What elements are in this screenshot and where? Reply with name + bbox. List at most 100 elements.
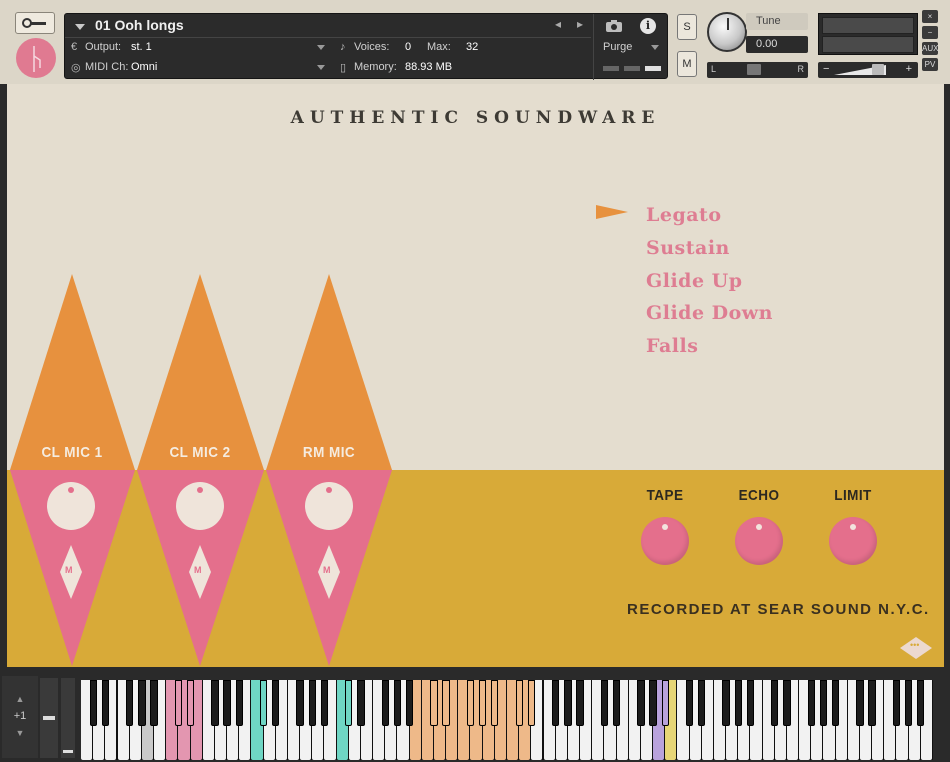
- black-key[interactable]: [430, 680, 438, 727]
- tune-value[interactable]: 0.00: [746, 36, 808, 53]
- camera-icon[interactable]: [605, 19, 623, 33]
- black-key[interactable]: [612, 680, 621, 727]
- black-key[interactable]: [150, 680, 158, 727]
- instrument-logo[interactable]: [16, 38, 56, 78]
- wrench-button[interactable]: [15, 12, 55, 34]
- black-key[interactable]: [746, 680, 755, 727]
- black-key[interactable]: [138, 680, 146, 727]
- black-key[interactable]: [685, 680, 694, 727]
- black-key[interactable]: [527, 680, 535, 727]
- mic3-mute-label: M: [323, 565, 331, 575]
- black-key[interactable]: [734, 680, 742, 727]
- black-key[interactable]: [698, 680, 706, 727]
- black-key[interactable]: [393, 680, 402, 727]
- articulation-glide-up[interactable]: Glide Up: [646, 265, 773, 298]
- black-key[interactable]: [308, 680, 316, 727]
- black-key[interactable]: [357, 680, 365, 727]
- octave-up-icon[interactable]: ▲: [2, 694, 38, 704]
- black-key[interactable]: [783, 680, 791, 727]
- black-key[interactable]: [405, 680, 414, 727]
- next-instrument-button[interactable]: ▸: [577, 17, 583, 31]
- black-key[interactable]: [491, 680, 499, 727]
- black-key[interactable]: [771, 680, 779, 727]
- articulation-falls[interactable]: Falls: [646, 330, 773, 363]
- black-key[interactable]: [552, 680, 560, 727]
- aux-button[interactable]: AUX: [922, 42, 938, 55]
- midi-dropdown-icon[interactable]: [317, 65, 325, 70]
- piano-keyboard[interactable]: [81, 680, 933, 760]
- info-icon[interactable]: i: [640, 18, 656, 34]
- volume-handle[interactable]: [872, 64, 884, 75]
- black-key[interactable]: [101, 680, 109, 727]
- mic1-volume-knob[interactable]: [47, 482, 95, 530]
- pitch-wheel[interactable]: [40, 678, 58, 758]
- black-key[interactable]: [211, 680, 219, 727]
- pan-handle[interactable]: [747, 64, 761, 75]
- prev-instrument-button[interactable]: ◂: [555, 17, 561, 31]
- black-key[interactable]: [272, 680, 280, 727]
- black-key[interactable]: [381, 680, 389, 727]
- limit-knob[interactable]: [829, 517, 877, 565]
- black-key[interactable]: [807, 680, 815, 727]
- mic2-volume-knob[interactable]: [176, 482, 224, 530]
- tape-knob[interactable]: [641, 517, 689, 565]
- black-key[interactable]: [649, 680, 657, 727]
- max-voices-input[interactable]: 32: [466, 41, 478, 53]
- pv-button[interactable]: PV: [922, 58, 938, 71]
- black-key[interactable]: [126, 680, 134, 727]
- midi-channel-select[interactable]: Omni: [131, 61, 157, 73]
- black-key[interactable]: [235, 680, 243, 727]
- volume-plus[interactable]: +: [906, 63, 912, 75]
- black-key[interactable]: [856, 680, 864, 727]
- black-key[interactable]: [479, 680, 487, 727]
- remove-instrument-button[interactable]: ×: [922, 10, 938, 23]
- black-key[interactable]: [515, 680, 523, 727]
- mod-wheel[interactable]: [61, 678, 75, 758]
- output-dropdown-icon[interactable]: [317, 45, 325, 50]
- pan-slider[interactable]: L R: [707, 62, 808, 78]
- black-key[interactable]: [892, 680, 901, 727]
- wrench-icon: [22, 18, 46, 28]
- minimize-button[interactable]: −: [922, 26, 938, 39]
- black-key[interactable]: [89, 680, 97, 727]
- black-key[interactable]: [466, 680, 475, 727]
- black-key[interactable]: [831, 680, 840, 727]
- mic3-volume-knob[interactable]: [305, 482, 353, 530]
- echo-knob[interactable]: [735, 517, 783, 565]
- black-key[interactable]: [917, 680, 925, 727]
- volume-minus[interactable]: −: [823, 63, 829, 75]
- articulation-sustain[interactable]: Sustain: [646, 232, 773, 265]
- black-key[interactable]: [223, 680, 231, 727]
- black-key[interactable]: [442, 680, 450, 727]
- black-key[interactable]: [576, 680, 584, 727]
- output-select[interactable]: st. 1: [131, 41, 152, 53]
- black-key[interactable]: [296, 680, 304, 727]
- solo-button[interactable]: S: [677, 14, 697, 40]
- black-key[interactable]: [345, 680, 353, 727]
- collapse-triangle-icon[interactable]: [75, 24, 85, 30]
- purge-menu[interactable]: Purge: [603, 41, 632, 53]
- articulation-glide-down[interactable]: Glide Down: [646, 297, 773, 330]
- octave-control[interactable]: ▲ +1 ▼: [2, 676, 38, 758]
- mic1-label: CL MIC 1: [41, 444, 103, 461]
- black-key[interactable]: [259, 680, 268, 727]
- purge-dropdown-icon[interactable]: [651, 45, 659, 50]
- black-key[interactable]: [722, 680, 730, 727]
- tune-knob[interactable]: [707, 12, 747, 52]
- instrument-name[interactable]: 01 Ooh longs: [95, 17, 184, 33]
- black-key[interactable]: [186, 680, 195, 727]
- pan-right-label: R: [797, 64, 805, 74]
- octave-down-icon[interactable]: ▼: [2, 728, 38, 738]
- black-key[interactable]: [320, 680, 329, 727]
- volume-slider[interactable]: − +: [818, 62, 918, 78]
- mute-button[interactable]: M: [677, 51, 697, 77]
- black-key[interactable]: [174, 680, 183, 727]
- black-key[interactable]: [600, 680, 609, 727]
- black-key[interactable]: [819, 680, 828, 727]
- black-key[interactable]: [868, 680, 876, 727]
- black-key[interactable]: [564, 680, 572, 727]
- black-key[interactable]: [905, 680, 913, 727]
- articulation-legato[interactable]: Legato: [646, 199, 773, 232]
- black-key[interactable]: [661, 680, 669, 727]
- black-key[interactable]: [637, 680, 645, 727]
